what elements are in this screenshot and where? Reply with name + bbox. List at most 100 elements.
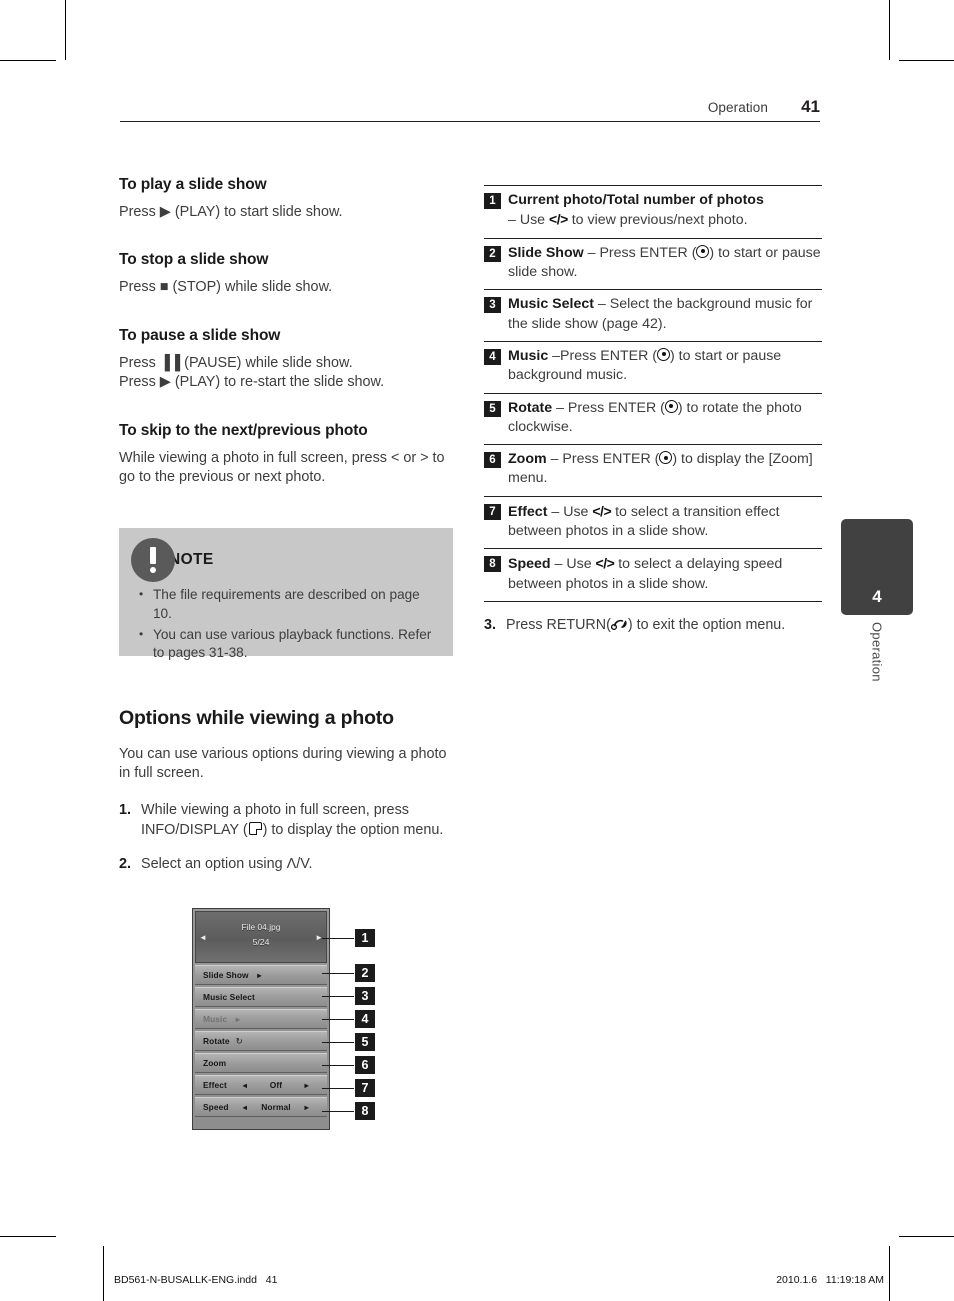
legend-badge: 1	[484, 193, 501, 209]
osd-row-speed[interactable]: Speed ◄ Normal ►	[195, 1097, 327, 1117]
osd-file-name: File 04.jpg	[241, 923, 281, 932]
info-display-icon	[248, 821, 262, 835]
crop-mark-top-right	[889, 0, 890, 60]
callout-leader	[322, 973, 354, 974]
footer-timestamp: 2010.1.6 11:19:18 AM	[776, 1274, 884, 1286]
legend-text: Current photo/Total number of photos – Us…	[508, 192, 764, 229]
legend-item-4: 4 Music –Press ENTER () to start or paus…	[484, 340, 822, 393]
right-arrow-icon[interactable]: ►	[303, 1103, 310, 1112]
osd-figure: ◄ ► File 04.jpg 5/24 Slide Show ► Music …	[192, 908, 375, 1130]
step-number: 3.	[484, 617, 496, 633]
running-head-rule	[120, 121, 820, 122]
legend-text: Effect – Use </> to select a transition …	[508, 502, 780, 540]
running-head: Operation 41	[120, 92, 820, 122]
enter-icon	[659, 451, 673, 465]
osd-row-label: Rotate	[203, 1036, 230, 1046]
osd-row-rotate[interactable]: Rotate ↻	[195, 1031, 327, 1051]
prev-photo-arrow-icon[interactable]: ◄	[199, 933, 207, 942]
crop-mark-left-lower	[0, 1236, 56, 1237]
step-number: 2.	[119, 856, 132, 873]
enter-icon	[657, 347, 671, 361]
running-head-section: Operation	[707, 100, 768, 115]
legend-badge: 3	[484, 297, 501, 314]
callout-badge-3: 3	[355, 987, 375, 1005]
callout-leader	[322, 1111, 354, 1112]
left-arrow-icon[interactable]: ◄	[241, 1081, 248, 1090]
callout-leader	[322, 1042, 354, 1043]
crop-mark-top-left	[65, 0, 66, 60]
step-number: 1.	[119, 801, 132, 818]
osd-row-effect[interactable]: Effect ◄ Off ►	[195, 1075, 327, 1095]
right-column: 1 Current photo/Total number of photos – …	[484, 185, 822, 636]
crop-mark-right-upper	[899, 60, 954, 61]
return-icon	[610, 617, 628, 631]
osd-row-label: Speed	[203, 1102, 229, 1112]
left-right-arrows-icon: </>	[592, 502, 612, 519]
legend-text: Slide Show – Press ENTER () to start or …	[508, 244, 821, 280]
osd-row-music-select[interactable]: Music Select	[195, 987, 327, 1007]
osd-row-slide-show[interactable]: Slide Show ►	[195, 965, 327, 985]
callout-leader	[322, 1019, 354, 1020]
legend-item-1: 1 Current photo/Total number of photos – …	[484, 185, 822, 238]
callout-badge-5: 5	[355, 1033, 375, 1051]
options-body: You can use various options during viewi…	[119, 745, 455, 890]
callout-leader	[322, 996, 354, 997]
text-pause-slideshow-line2: Press ▶ (PLAY) to re-start the slide sho…	[119, 374, 385, 391]
legend-badge: 2	[484, 245, 501, 262]
exclamation-circle-icon	[131, 538, 175, 582]
callout-leader	[322, 1065, 354, 1066]
legend-text: Music –Press ENTER () to start or pause …	[508, 347, 782, 384]
note-header: NOTE	[131, 536, 214, 584]
legend-item-6: 6 Zoom – Press ENTER () to display the […	[484, 444, 822, 496]
callout-badge-6: 6	[355, 1056, 375, 1074]
osd-row-value: Normal	[261, 1102, 291, 1112]
chapter-tab: 4	[841, 519, 913, 615]
crop-mark-bottom-right	[889, 1246, 890, 1301]
legend-text: Music Select – Select the background mus…	[508, 296, 813, 332]
callout-badge-2: 2	[355, 964, 375, 982]
heading-skip-photo: To skip to the next/previous photo	[119, 421, 368, 439]
osd-file-count: 5/24	[252, 937, 270, 947]
step-text: Press RETURN() to exit the option menu.	[506, 617, 786, 633]
osd-row-music[interactable]: Music ►	[195, 1009, 327, 1029]
legend-badge: 5	[484, 400, 501, 417]
osd-row-value: Off	[269, 1080, 283, 1090]
play-icon: ►	[234, 1014, 242, 1024]
legend-item-7: 7 Effect – Use </> to select a transitio…	[484, 495, 822, 549]
enter-icon	[664, 399, 678, 413]
legend-badge: 6	[484, 452, 501, 469]
options-intro: You can use various options during viewi…	[119, 746, 447, 782]
left-arrow-icon[interactable]: ◄	[241, 1103, 248, 1112]
callout-leader	[322, 1088, 354, 1089]
page-number: 41	[801, 97, 820, 116]
legend-badge: 8	[484, 556, 501, 573]
legend-text: Zoom – Press ENTER () to display the [Zo…	[508, 451, 813, 487]
left-right-arrows-icon: </>	[595, 555, 615, 572]
list-item: • You can use various playback functions…	[139, 626, 439, 664]
list-item: • The file requirements are described on…	[139, 586, 439, 624]
callout-badge-7: 7	[355, 1079, 375, 1097]
chapter-tab-number: 4	[872, 587, 882, 606]
left-column: To play a slide show Press ▶ (PLAY) to s…	[119, 176, 452, 514]
legend-item-3: 3 Music Select – Select the background m…	[484, 289, 822, 341]
section-heading-options: Options while viewing a photo	[119, 707, 394, 729]
legend-text: Speed – Use </> to select a delaying spe…	[508, 555, 783, 592]
bullet-icon: •	[139, 626, 144, 641]
callout-badge-4: 4	[355, 1010, 375, 1028]
legend-item-5: 5 Rotate – Press ENTER () to rotate the …	[484, 392, 822, 445]
legend-list: 1 Current photo/Total number of photos – …	[484, 185, 822, 602]
play-icon: ►	[255, 970, 264, 980]
note-item-text: The file requirements are described on p…	[153, 587, 420, 621]
right-arrow-icon[interactable]: ►	[303, 1081, 310, 1090]
left-right-arrows-icon: </>	[549, 211, 568, 228]
legend-item-2: 2 Slide Show – Press ENTER () to start o…	[484, 237, 822, 290]
note-box: NOTE • The file requirements are describ…	[119, 528, 453, 660]
note-list: • The file requirements are described on…	[139, 586, 439, 665]
osd-row-zoom[interactable]: Zoom	[195, 1053, 327, 1073]
text-skip-photo: While viewing a photo in full screen, pr…	[119, 449, 445, 486]
rotate-icon: ↻	[235, 1035, 243, 1046]
legend-item-8: 8 Speed – Use </> to select a delaying s…	[484, 548, 822, 602]
heading-play-slideshow: To play a slide show	[119, 176, 267, 193]
osd-row-label: Slide Show	[203, 970, 249, 980]
options-steps: 1. While viewing a photo in full screen,…	[119, 801, 455, 875]
